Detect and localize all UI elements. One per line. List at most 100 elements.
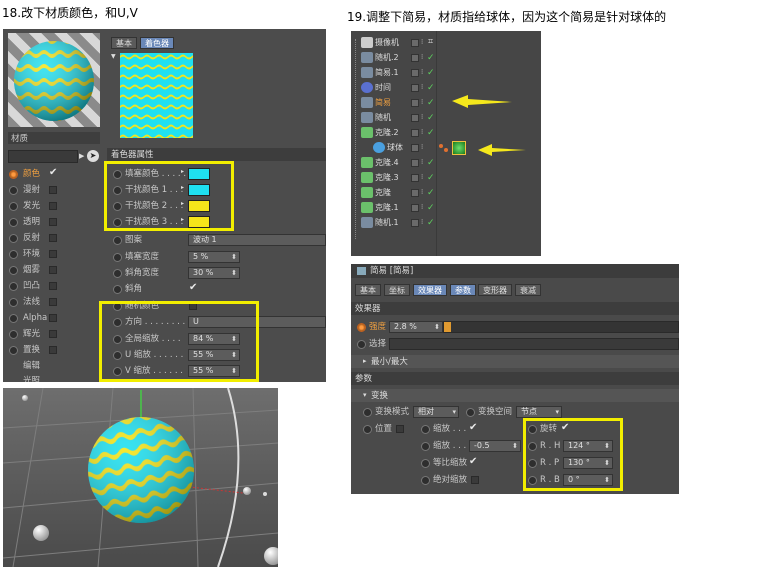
layer-square[interactable] [411,219,419,227]
channel-fog-label[interactable]: 烟雾 [23,264,40,276]
layer-square[interactable] [411,144,419,152]
strength-dot[interactable] [357,323,366,332]
layer-square[interactable] [411,204,419,212]
channel-bump-checkbox[interactable] [49,282,57,290]
scale-amount-input[interactable]: -0.5 ⬍ [469,440,521,452]
enabled-check[interactable]: ✓ [427,99,435,108]
visibility-dots[interactable]: ⁞ [421,203,423,211]
visibility-dots[interactable]: ⁞ [421,38,423,46]
visibility-dots[interactable]: ⁞ [421,113,423,121]
layer-square[interactable] [411,159,419,167]
transform-mode-select[interactable]: 相对 ▾ [413,406,459,418]
channel-normal-label[interactable]: 法线 [23,296,40,308]
visibility-dots[interactable]: ⁞ [421,128,423,136]
channel-glow-label[interactable]: 辉光 [23,328,40,340]
visibility-dots[interactable]: ⁞ [421,98,423,106]
tab-deformer[interactable]: 变形器 [478,284,512,296]
enabled-check[interactable]: ✓ [427,129,435,138]
absolute-scale-checkbox[interactable] [471,476,479,484]
visibility-dots[interactable]: ⁞ [421,83,423,91]
stepper-icon[interactable]: ⬍ [434,322,440,332]
dropdown-icon[interactable]: ▾ [452,407,456,417]
stepper-icon[interactable]: ⬍ [231,252,237,262]
selection-field[interactable] [389,338,679,350]
channel-alpha-checkbox[interactable] [49,314,57,322]
channel-normal-checkbox[interactable] [49,298,57,306]
channel-bump-label[interactable]: 凹凸 [23,280,40,292]
visibility-dots[interactable]: ⁞ [421,173,423,181]
visibility-dots[interactable]: ⁞ [421,68,423,76]
tab-shader[interactable]: 着色器 [140,37,174,49]
material-tag-icon[interactable] [452,141,466,155]
layer-square[interactable] [411,99,419,107]
min-max-group[interactable]: 最小/最大 [371,356,408,368]
strength-input[interactable]: 2.8 % ⬍ [389,321,443,333]
channel-displacement-checkbox[interactable] [49,346,57,354]
editor-item[interactable]: 编辑 [23,360,40,372]
shader-expand-icon[interactable]: ▼ [111,53,116,60]
visibility-dots[interactable]: ⁞ [421,158,423,166]
layer-square[interactable] [411,129,419,137]
enabled-check[interactable]: ✓ [427,174,435,183]
channel-reflection-checkbox[interactable] [49,234,57,242]
enabled-check[interactable]: ✓ [427,219,435,228]
enabled-check[interactable]: ✓ [427,69,435,78]
pattern-select[interactable]: 波动 1 [188,234,326,246]
layer-square[interactable] [411,189,419,197]
tab-coord[interactable]: 坐标 [384,284,410,296]
visibility-dots[interactable]: ⁞ [421,188,423,196]
transform-group[interactable]: 变换 [371,390,388,402]
channel-environment-label[interactable]: 环境 [23,248,40,260]
transform-space-select[interactable]: 节点 ▾ [516,406,562,418]
channel-luminance-checkbox[interactable] [49,202,57,210]
3d-viewport[interactable] [3,388,278,567]
channel-environment-checkbox[interactable] [49,250,57,258]
enabled-check[interactable]: ✓ [427,84,435,93]
material-layer-field[interactable] [8,150,78,163]
stepper-icon[interactable]: ⬍ [512,441,518,451]
expand-arrow-icon[interactable]: ▾ [363,391,367,399]
phong-tag-icon[interactable] [444,148,448,152]
target-tag-icon[interactable]: ⌗ [428,37,433,47]
channel-color-dot[interactable] [9,170,18,179]
enabled-check[interactable]: ✓ [427,204,435,213]
layer-square[interactable] [411,54,419,62]
channel-diffuse-checkbox[interactable] [49,186,57,194]
uniform-scale-checkbox[interactable]: ✔ [469,457,477,467]
channel-fog-checkbox[interactable] [49,266,57,274]
channel-glow-checkbox[interactable] [49,330,57,338]
collapse-arrow-icon[interactable]: ▸ [363,357,367,365]
channel-diffuse-label[interactable]: 漫射 [23,184,40,196]
illumination-item[interactable]: 光照 [23,375,40,382]
channel-reflection-label[interactable]: 反射 [23,232,40,244]
enabled-check[interactable]: ✓ [427,189,435,198]
visibility-dots[interactable]: ⁞ [421,53,423,61]
layer-square[interactable] [411,114,419,122]
pointer-icon[interactable]: ➤ [87,150,99,162]
layer-square[interactable] [411,69,419,77]
scale-checkbox[interactable]: ✔ [469,423,477,433]
visibility-dots[interactable]: ⁞ [421,143,423,151]
channel-color-checkbox[interactable]: ✔ [49,168,57,178]
material-layer-dropdown-icon[interactable]: ▶ [79,152,84,160]
enabled-check[interactable]: ✓ [427,54,435,63]
channel-transparency-label[interactable]: 透明 [23,216,40,228]
tab-parameter[interactable]: 参数 [450,284,476,296]
phong-tag-icon[interactable] [439,144,443,148]
layer-square[interactable] [411,84,419,92]
layer-square[interactable] [411,39,419,47]
strength-slider[interactable] [443,321,679,333]
channel-transparency-checkbox[interactable] [49,218,57,226]
position-checkbox[interactable] [396,425,404,433]
bevel-width-input[interactable]: 30 % ⬍ [188,267,240,279]
visibility-dots[interactable]: ⁞ [421,218,423,226]
tab-basic[interactable]: 基本 [111,37,137,49]
bevel-checkbox[interactable]: ✔ [189,283,197,293]
dropdown-icon[interactable]: ▾ [555,407,559,417]
enabled-check[interactable]: ✓ [427,159,435,168]
tab-falloff[interactable]: 衰减 [515,284,541,296]
fill-width-input[interactable]: 5 % ⬍ [188,251,240,263]
channel-displacement-label[interactable]: 置换 [23,344,40,356]
channel-alpha-label[interactable]: Alpha [23,312,47,324]
channel-luminance-label[interactable]: 发光 [23,200,40,212]
